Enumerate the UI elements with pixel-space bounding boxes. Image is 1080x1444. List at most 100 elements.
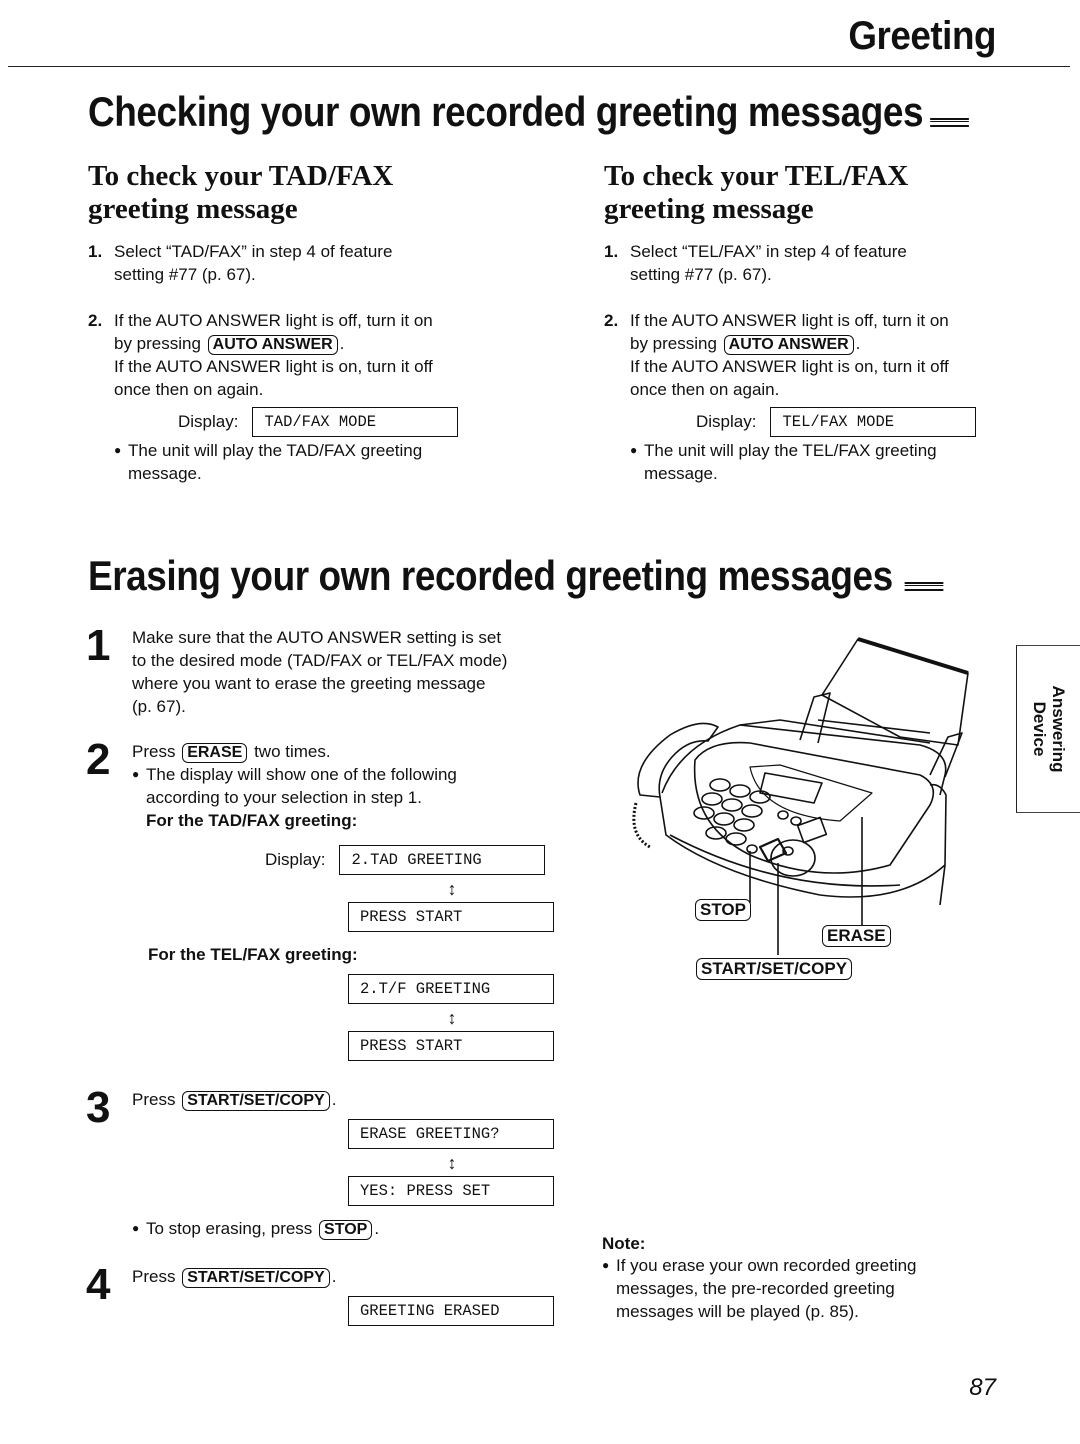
step-number: 2: [86, 735, 111, 784]
tad-check-bullet: ● The unit will play the TAD/FAX greetin…: [114, 439, 558, 485]
step-text: .: [331, 1090, 337, 1109]
step-text: to the desired mode (TAD/FAX or TEL/FAX …: [132, 651, 508, 670]
auto-answer-key: AUTO ANSWER: [207, 335, 338, 355]
tel-check-display-row: Display: TEL/FAX MODE: [696, 407, 1024, 437]
lcd-display: YES: PRESS SET: [348, 1176, 554, 1206]
step-number: 1: [86, 621, 111, 670]
tad-check-heading-line1: To check your TAD/FAX: [88, 160, 394, 192]
step-text: by pressing: [114, 334, 201, 353]
lcd-display: ERASE GREETING?: [348, 1119, 554, 1149]
erase-section-title: Erasing your own recorded greeting messa…: [88, 552, 944, 600]
bullet-text: message.: [644, 464, 718, 483]
tel-check-step-1: 1. Select “TEL/FAX” in step 4 of feature…: [604, 240, 1024, 286]
lcd-display: PRESS START: [348, 1031, 554, 1061]
lcd-display: TEL/FAX MODE: [770, 407, 977, 437]
step-text: If the AUTO ANSWER light is off, turn it…: [630, 311, 949, 330]
step-number: 1.: [604, 242, 619, 261]
display-label: Display:: [265, 850, 326, 869]
tel-check-bullet: ● The unit will play the TEL/FAX greetin…: [630, 439, 1024, 485]
bullet-icon: ●: [132, 767, 140, 781]
step-number: 3: [86, 1083, 111, 1132]
step-text: two times.: [254, 742, 331, 761]
step-text: setting #77 (p. 67).: [630, 265, 772, 284]
section-mark-icon: [930, 117, 969, 127]
handset-icon: [637, 722, 719, 798]
keypad-icon: [693, 778, 771, 846]
step-text: Make sure that the AUTO ANSWER setting i…: [132, 628, 502, 647]
erase-key: ERASE: [182, 743, 248, 763]
display-label: Display:: [696, 412, 757, 431]
erase-step-4: 4 Press START/SET/COPY.: [86, 1263, 337, 1307]
step-text: If the AUTO ANSWER light is on, turn it …: [114, 357, 433, 376]
step-text: .: [855, 334, 861, 353]
bullet-icon: ●: [630, 443, 638, 457]
section-mark-icon: [905, 581, 944, 591]
side-tab-line2: Device: [1029, 701, 1049, 757]
toggle-arrow-icon: ↕: [447, 1153, 457, 1173]
erase-section-title-text: Erasing your own recorded greeting messa…: [88, 552, 893, 599]
erase-step-2-bullet: ● The display will show one of the follo…: [132, 763, 457, 832]
step-text: where you want to erase the greeting mes…: [132, 674, 486, 693]
bullet-text: To stop erasing, press: [146, 1219, 313, 1238]
tel-check-heading-line1: To check your TEL/FAX: [604, 160, 909, 192]
step-text: If the AUTO ANSWER light is on, turn it …: [630, 357, 949, 376]
step-text: once then on again.: [630, 380, 780, 399]
step-text: .: [339, 334, 345, 353]
bullet-icon: ●: [114, 443, 122, 457]
bullet-text: The display will show one of the followi…: [146, 765, 457, 784]
tel-check-step-2: 2. If the AUTO ANSWER light is off, turn…: [604, 309, 1024, 401]
display-label: Display:: [178, 412, 239, 431]
erase-step-3-bullet: ● To stop erasing, press STOP.: [132, 1217, 379, 1240]
fax-machine-illustration: [632, 637, 969, 955]
note-text: If you erase your own recorded greeting: [616, 1256, 917, 1275]
step-number: 1.: [88, 242, 103, 261]
side-tab-line1: Answering: [1048, 685, 1068, 773]
step-text: .: [331, 1267, 337, 1286]
step-text: Press: [132, 742, 176, 761]
toggle-arrow-icon: ↕: [447, 1008, 457, 1028]
lcd-display: GREETING ERASED: [348, 1296, 554, 1326]
step-text: Select “TAD/FAX” in step 4 of feature: [114, 242, 393, 261]
check-section-title: Checking your own recorded greeting mess…: [88, 88, 969, 136]
step-text: Press: [132, 1267, 176, 1286]
note-heading: Note:: [602, 1234, 646, 1253]
step-text: setting #77 (p. 67).: [114, 265, 256, 284]
auto-answer-key: AUTO ANSWER: [723, 335, 854, 355]
step-text: (p. 67).: [132, 697, 186, 716]
lcd-display: 2.T/F GREETING: [348, 974, 554, 1004]
page-number: 87: [969, 1374, 996, 1401]
bullet-text: message.: [128, 464, 202, 483]
lcd-display: TAD/FAX MODE: [252, 407, 459, 437]
start-set-copy-key-label: START/SET/COPY: [696, 958, 853, 980]
tad-check-heading-line2: greeting message: [88, 193, 298, 225]
toggle-arrow-icon: ↕: [447, 879, 457, 899]
section-header-title: Greeting: [848, 14, 996, 58]
tel-check-column: To check your TEL/FAX greeting message 1…: [604, 160, 1024, 485]
chapter-side-tab: Answering Device: [1016, 645, 1080, 813]
chapter-side-tab-label: Answering Device: [1030, 686, 1068, 773]
tad-check-column: To check your TAD/FAX greeting message 1…: [88, 160, 558, 485]
start-set-copy-key: START/SET/COPY: [182, 1091, 330, 1111]
stop-key: STOP: [319, 1220, 373, 1240]
note-text: messages, the pre-recorded greeting: [616, 1279, 895, 1298]
erase-step-1: 1 Make sure that the AUTO ANSWER setting…: [86, 621, 508, 718]
tad-check-display-row: Display: TAD/FAX MODE: [178, 407, 558, 437]
step-text: by pressing: [630, 334, 717, 353]
check-section-title-text: Checking your own recorded greeting mess…: [88, 88, 924, 135]
tad-check-step-1: 1. Select “TAD/FAX” in step 4 of feature…: [88, 240, 558, 286]
bullet-text: The unit will play the TAD/FAX greeting: [128, 441, 423, 460]
erase-key-label: ERASE: [822, 925, 891, 947]
erase-step-2: 2 Press ERASE two times. ● The display w…: [86, 735, 457, 832]
tel-greeting-subheading: For the TEL/FAX greeting:: [148, 945, 358, 964]
lcd-display: PRESS START: [348, 902, 554, 932]
step-text: If the AUTO ANSWER light is off, turn it…: [114, 311, 433, 330]
erase-step-3: 3 Press START/SET/COPY.: [86, 1083, 337, 1132]
tad-check-heading: To check your TAD/FAX greeting message: [88, 160, 558, 226]
step-text: by pressing AUTO ANSWER.: [630, 332, 949, 355]
tad-erase-display-row: Display: 2.TAD GREETING: [265, 845, 546, 875]
tel-check-heading: To check your TEL/FAX greeting message: [604, 160, 1024, 226]
stop-key-label: STOP: [695, 899, 751, 921]
step-number: 2.: [88, 311, 103, 330]
step-number: 2.: [604, 311, 619, 330]
header-divider: [8, 66, 1070, 67]
